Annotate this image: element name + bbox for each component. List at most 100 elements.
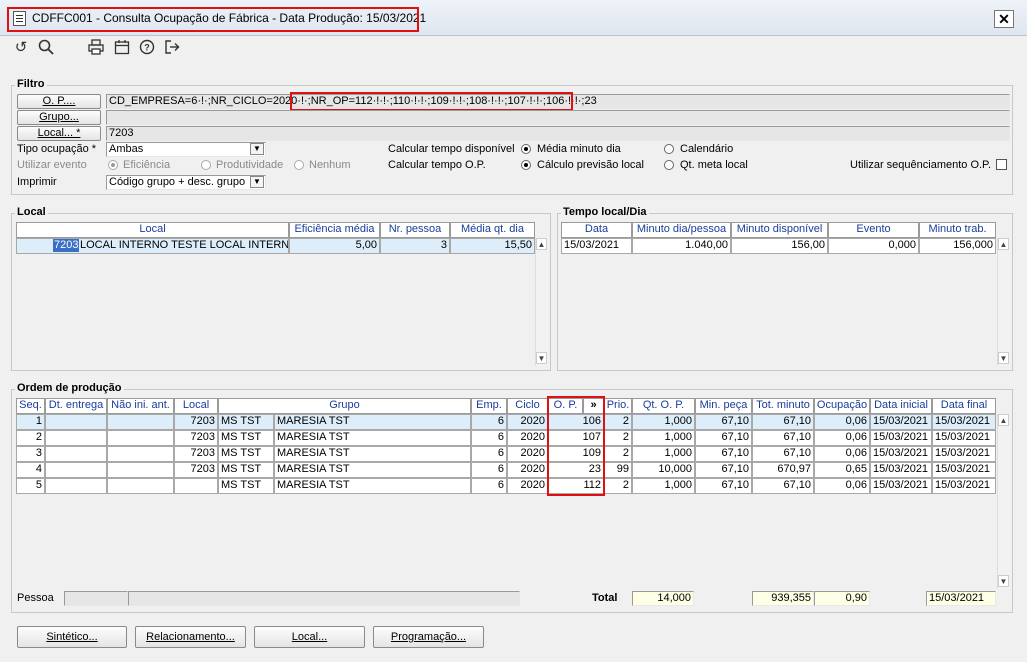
table-cell[interactable]: 1,000 [632,430,695,446]
col-header[interactable]: Min. peça [695,398,752,414]
refresh-icon[interactable]: ↺ [12,39,30,57]
help-icon[interactable]: ? [138,39,156,57]
chevron-down-icon[interactable]: ▼ [250,143,264,155]
table-cell[interactable]: 0,65 [814,462,870,478]
col-header[interactable]: Grupo [218,398,471,414]
op-button[interactable]: O. P.... [17,94,101,109]
table-cell[interactable]: 15/03/2021 [932,446,996,462]
table-cell[interactable]: 1,000 [632,414,695,430]
ordem-scrollbar[interactable]: ▲ ▼ [997,414,1010,589]
local-pessoas[interactable]: 3 [380,238,450,254]
table-cell[interactable]: 2020 [507,414,548,430]
table-cell[interactable]: 6 [471,430,507,446]
radio-nenhum[interactable] [294,160,304,170]
scroll-down-icon[interactable]: ▼ [998,575,1009,587]
col-header[interactable]: Tot. minuto [752,398,814,414]
table-cell[interactable]: 2020 [507,446,548,462]
table-cell[interactable]: MARESIA TST [274,414,471,430]
table-cell[interactable] [107,430,174,446]
table-cell[interactable]: 4 [16,462,45,478]
radio-calendario[interactable] [664,144,674,154]
scroll-up-icon[interactable]: ▲ [998,414,1009,426]
local-media[interactable]: 15,50 [450,238,535,254]
table-cell[interactable]: 0,06 [814,414,870,430]
table-cell[interactable]: 1,000 [632,446,695,462]
table-cell[interactable]: 67,10 [695,430,752,446]
scroll-down-icon[interactable]: ▼ [536,352,547,364]
table-cell[interactable] [45,462,107,478]
relacionamento-button[interactable]: Relacionamento... [135,626,246,648]
table-cell[interactable] [45,430,107,446]
table-cell[interactable]: 15/03/2021 [870,414,932,430]
table-cell[interactable] [107,478,174,494]
seq-checkbox[interactable] [996,159,1007,170]
local-eficiencia[interactable]: 5,00 [289,238,380,254]
search-icon[interactable] [37,39,55,57]
table-cell[interactable]: MARESIA TST [274,478,471,494]
scroll-down-icon[interactable]: ▼ [998,352,1009,364]
tempo-evento[interactable]: 0,000 [828,238,919,254]
table-cell[interactable]: MS TST [218,446,274,462]
col-minuto-dia[interactable]: Minuto dia/pessoa [632,222,731,238]
table-cell[interactable]: 15/03/2021 [932,478,996,494]
col-eficiencia[interactable]: Eficiência média [289,222,380,238]
table-cell[interactable]: 7203 [174,462,218,478]
col-nr-pessoa[interactable]: Nr. pessoa [380,222,450,238]
table-cell[interactable]: 7203 [174,414,218,430]
table-cell[interactable] [45,478,107,494]
table-cell[interactable]: 3 [16,446,45,462]
table-cell[interactable]: 2020 [507,478,548,494]
radio-qt-meta[interactable] [664,160,674,170]
imprimir-select[interactable]: Código grupo + desc. grupo [106,175,266,190]
col-minuto-disp[interactable]: Minuto disponível [731,222,828,238]
col-header[interactable]: Data inicial [870,398,932,414]
col-header[interactable]: Seq. [16,398,45,414]
table-cell[interactable]: 7203 [174,430,218,446]
table-cell[interactable] [107,414,174,430]
table-cell[interactable]: MS TST [218,430,274,446]
radio-calculo-previsao[interactable] [521,160,531,170]
col-header[interactable]: Data final [932,398,996,414]
table-cell[interactable]: MARESIA TST [274,430,471,446]
table-cell[interactable]: 2 [604,430,632,446]
col-header[interactable]: Local [174,398,218,414]
table-cell[interactable]: 2020 [507,430,548,446]
table-cell[interactable]: 2020 [507,462,548,478]
exit-icon[interactable] [163,39,181,57]
table-cell[interactable]: 67,10 [752,478,814,494]
table-cell[interactable]: 2 [16,430,45,446]
scroll-up-icon[interactable]: ▲ [536,238,547,250]
radio-eficiencia[interactable] [108,160,118,170]
close-button[interactable]: ✕ [994,10,1014,28]
col-header[interactable]: Não ini. ant. [107,398,174,414]
tempo-minuto-dia[interactable]: 1.040,00 [632,238,731,254]
table-cell[interactable]: 2 [604,478,632,494]
table-cell[interactable] [107,446,174,462]
local-scrollbar[interactable]: ▲ ▼ [535,238,548,366]
local-field[interactable]: 7203 [106,126,1010,141]
col-evento[interactable]: Evento [828,222,919,238]
sintetico-button[interactable]: Sintético... [17,626,127,648]
table-cell[interactable]: 0,06 [814,446,870,462]
table-cell[interactable] [45,414,107,430]
table-cell[interactable]: 2 [604,446,632,462]
table-cell[interactable] [107,462,174,478]
table-cell[interactable]: 15/03/2021 [932,414,996,430]
table-cell[interactable]: 67,10 [695,414,752,430]
chevron-down-icon[interactable]: ▼ [250,176,264,188]
table-cell[interactable] [174,478,218,494]
table-cell[interactable]: 15/03/2021 [870,462,932,478]
col-media[interactable]: Média qt. dia [450,222,535,238]
tempo-scrollbar[interactable]: ▲ ▼ [997,238,1010,366]
tipo-ocupacao-select[interactable]: Ambas [106,142,266,157]
grupo-field[interactable] [106,110,1010,125]
scroll-up-icon[interactable]: ▲ [998,238,1009,250]
table-cell[interactable]: 6 [471,414,507,430]
table-cell[interactable]: MARESIA TST [274,462,471,478]
table-cell[interactable]: 15/03/2021 [932,462,996,478]
local-footer-button[interactable]: Local... [254,626,365,648]
table-cell[interactable]: MS TST [218,462,274,478]
table-cell[interactable]: 15/03/2021 [870,478,932,494]
table-cell[interactable] [45,446,107,462]
table-row[interactable]: 7203 LOCAL INTERNO TESTE LOCAL INTERNO 2 [16,238,289,254]
